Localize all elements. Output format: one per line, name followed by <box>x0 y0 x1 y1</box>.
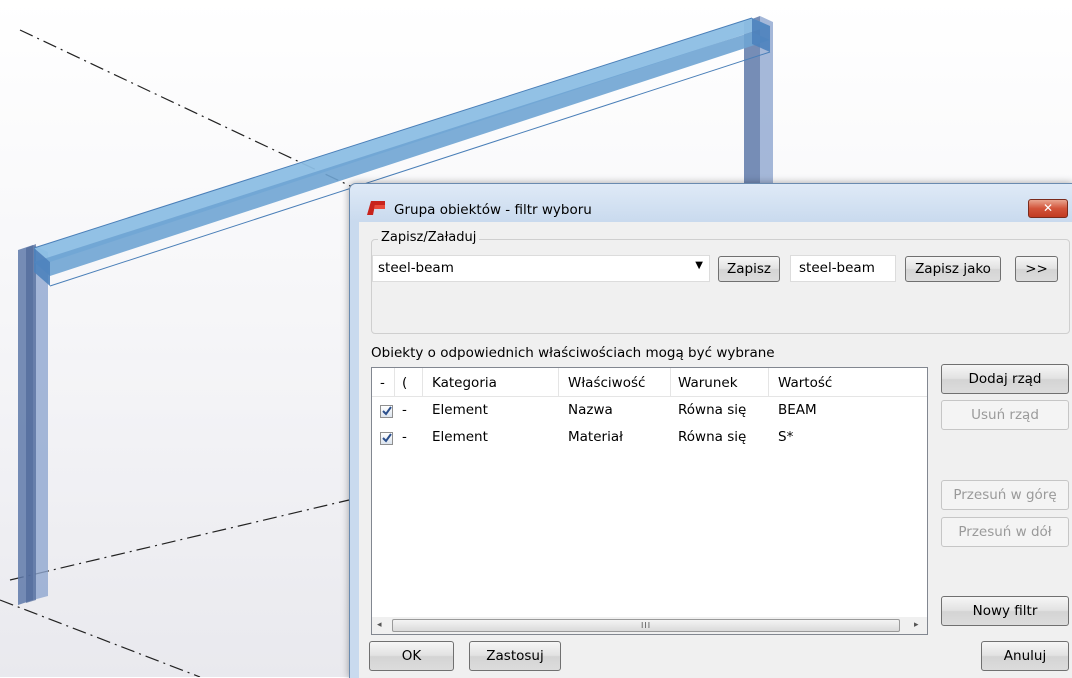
save-load-legend: Zapisz/Załaduj <box>378 230 480 245</box>
row-paren: - <box>402 429 407 445</box>
table-header: - ( Kategoria Właściwość Warunek Wartość <box>372 368 927 397</box>
tekla-app-icon <box>367 201 385 215</box>
expand-label: >> <box>1025 261 1048 277</box>
scroll-right-icon[interactable]: ▸ <box>914 620 919 630</box>
add-row-label: Dodaj rząd <box>968 371 1042 387</box>
save-as-label: Zapisz jako <box>915 261 991 277</box>
save-button[interactable]: Zapisz <box>718 256 780 282</box>
row-category: Element <box>432 429 488 445</box>
new-filter-button[interactable]: Nowy filtr <box>941 596 1069 626</box>
left-column <box>18 244 48 605</box>
column-separator <box>558 368 559 396</box>
new-filter-label: Nowy filtr <box>972 603 1038 619</box>
close-button[interactable]: ✕ <box>1028 199 1068 218</box>
close-icon: ✕ <box>1042 201 1054 215</box>
cancel-button[interactable]: Anuluj <box>981 641 1069 671</box>
row-condition: Równa się <box>678 402 747 418</box>
save-load-group: Zapisz/Załaduj <box>371 230 1070 334</box>
filter-rules-table[interactable]: - ( Kategoria Właściwość Warunek Wartość… <box>371 367 928 635</box>
column-separator <box>394 368 395 396</box>
dialog-body: Zapisz/Załaduj steel-beam ▼ Zapisz steel… <box>359 222 1072 678</box>
row-value: BEAM <box>778 402 817 418</box>
scroll-grip-icon: III <box>641 621 652 630</box>
dropdown-arrow-icon: ▼ <box>695 260 703 271</box>
remove-row-button[interactable]: Usuń rząd <box>941 400 1069 430</box>
table-row[interactable]: - Element Materiał Równa się S* <box>372 429 927 456</box>
move-down-label: Przesuń w dół <box>958 524 1052 540</box>
table-row[interactable]: - Element Nazwa Równa się BEAM <box>372 402 927 429</box>
checkbox-checked-icon[interactable] <box>380 432 393 445</box>
row-category: Element <box>432 402 488 418</box>
save-as-button[interactable]: Zapisz jako <box>905 256 1001 282</box>
ok-button[interactable]: OK <box>369 641 454 671</box>
move-down-button[interactable]: Przesuń w dół <box>941 517 1069 547</box>
move-up-button[interactable]: Przesuń w górę <box>941 480 1069 510</box>
column-header-value[interactable]: Wartość <box>778 375 832 391</box>
column-header-checkbox[interactable]: - <box>380 375 385 391</box>
add-row-button[interactable]: Dodaj rząd <box>941 364 1069 394</box>
scroll-left-icon[interactable]: ◂ <box>377 620 382 630</box>
cancel-label: Anuluj <box>1003 648 1047 664</box>
selection-filter-dialog: Grupa obiektów - filtr wyboru ✕ Zapisz/Z… <box>349 183 1072 678</box>
row-property: Nazwa <box>568 402 613 418</box>
hint-text: Obiekty o odpowiednich właściwościach mo… <box>371 345 775 361</box>
column-separator <box>670 368 671 396</box>
title-bar[interactable]: Grupa obiektów - filtr wyboru ✕ <box>350 184 1072 222</box>
column-separator <box>768 368 769 396</box>
apply-label: Zastosuj <box>486 648 544 664</box>
column-header-category[interactable]: Kategoria <box>432 375 497 391</box>
grid-lines <box>0 29 381 677</box>
column-header-property[interactable]: Właściwość <box>568 375 645 391</box>
apply-button[interactable]: Zastosuj <box>469 641 561 671</box>
filter-name-input[interactable]: steel-beam <box>790 255 896 282</box>
expand-button[interactable]: >> <box>1015 256 1058 282</box>
checkbox-checked-icon[interactable] <box>380 405 393 418</box>
dialog-title: Grupa obiektów - filtr wyboru <box>394 202 592 218</box>
row-condition: Równa się <box>678 429 747 445</box>
remove-row-label: Usuń rząd <box>971 407 1039 423</box>
column-separator <box>422 368 423 396</box>
move-up-label: Przesuń w górę <box>953 487 1057 503</box>
row-property: Materiał <box>568 429 623 445</box>
save-label: Zapisz <box>727 261 771 277</box>
saved-filters-combo[interactable]: steel-beam ▼ <box>372 255 710 282</box>
row-value: S* <box>778 429 794 445</box>
horizontal-scrollbar[interactable]: ◂ III ▸ <box>372 617 927 634</box>
combo-value: steel-beam <box>378 260 454 276</box>
ok-label: OK <box>401 648 422 664</box>
row-paren: - <box>402 402 407 418</box>
column-header-paren[interactable]: ( <box>402 375 407 391</box>
scroll-thumb[interactable]: III <box>392 619 900 632</box>
column-header-condition[interactable]: Warunek <box>678 375 738 391</box>
